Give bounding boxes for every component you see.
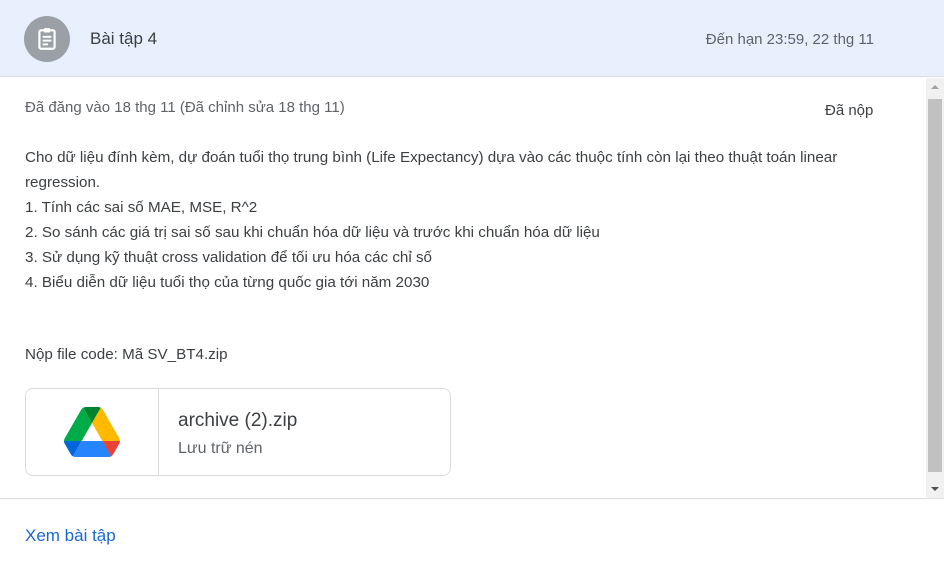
attachment-card[interactable]: archive (2).zip Lưu trữ nén: [25, 388, 451, 476]
scroll-down-arrow-icon[interactable]: [926, 480, 944, 498]
scrollbar-thumb[interactable]: [928, 99, 942, 472]
attachment-file-name[interactable]: archive (2).zip: [178, 410, 297, 432]
assignment-instructions: Cho dữ liệu đính kèm, dự đoán tuổi thọ t…: [25, 145, 905, 295]
instruction-line: 2. So sánh các giá trị sai số sau khi ch…: [25, 224, 600, 241]
posted-date: Đã đăng vào 18 thg 11 (Đã chỉnh sửa 18 t…: [25, 99, 345, 116]
google-drive-icon: [64, 407, 120, 457]
instruction-line: Cho dữ liệu đính kèm, dự đoán tuổi thọ t…: [25, 149, 838, 191]
instruction-line: 4. Biểu diễn dữ liệu tuổi thọ của từng q…: [25, 274, 430, 291]
attachment-file-type: Lưu trữ nén: [178, 440, 263, 457]
vertical-scrollbar[interactable]: [926, 78, 944, 498]
scroll-up-arrow-icon[interactable]: [926, 78, 944, 96]
assignment-details: Đã đăng vào 18 thg 11 (Đã chỉnh sửa 18 t…: [0, 78, 926, 498]
view-assignment-link[interactable]: Xem bài tập: [25, 526, 116, 546]
attachment-thumbnail: [26, 389, 159, 475]
instruction-line: 1. Tính các sai số MAE, MSE, R^2: [25, 199, 258, 216]
submit-note: Nộp file code: Mã SV_BT4.zip: [25, 346, 228, 363]
submission-status: Đã nộp: [825, 102, 874, 119]
assignment-icon: [24, 16, 70, 62]
card-footer: Xem bài tập: [0, 498, 944, 571]
assignment-title: Bài tập 4: [90, 29, 158, 48]
instruction-line: 3. Sử dụng kỹ thuật cross validation để …: [25, 249, 432, 266]
due-date: Đến hạn 23:59, 22 thg 11: [705, 31, 874, 48]
assignment-header[interactable]: Bài tập 4 Đến hạn 23:59, 22 thg 11: [0, 0, 944, 77]
